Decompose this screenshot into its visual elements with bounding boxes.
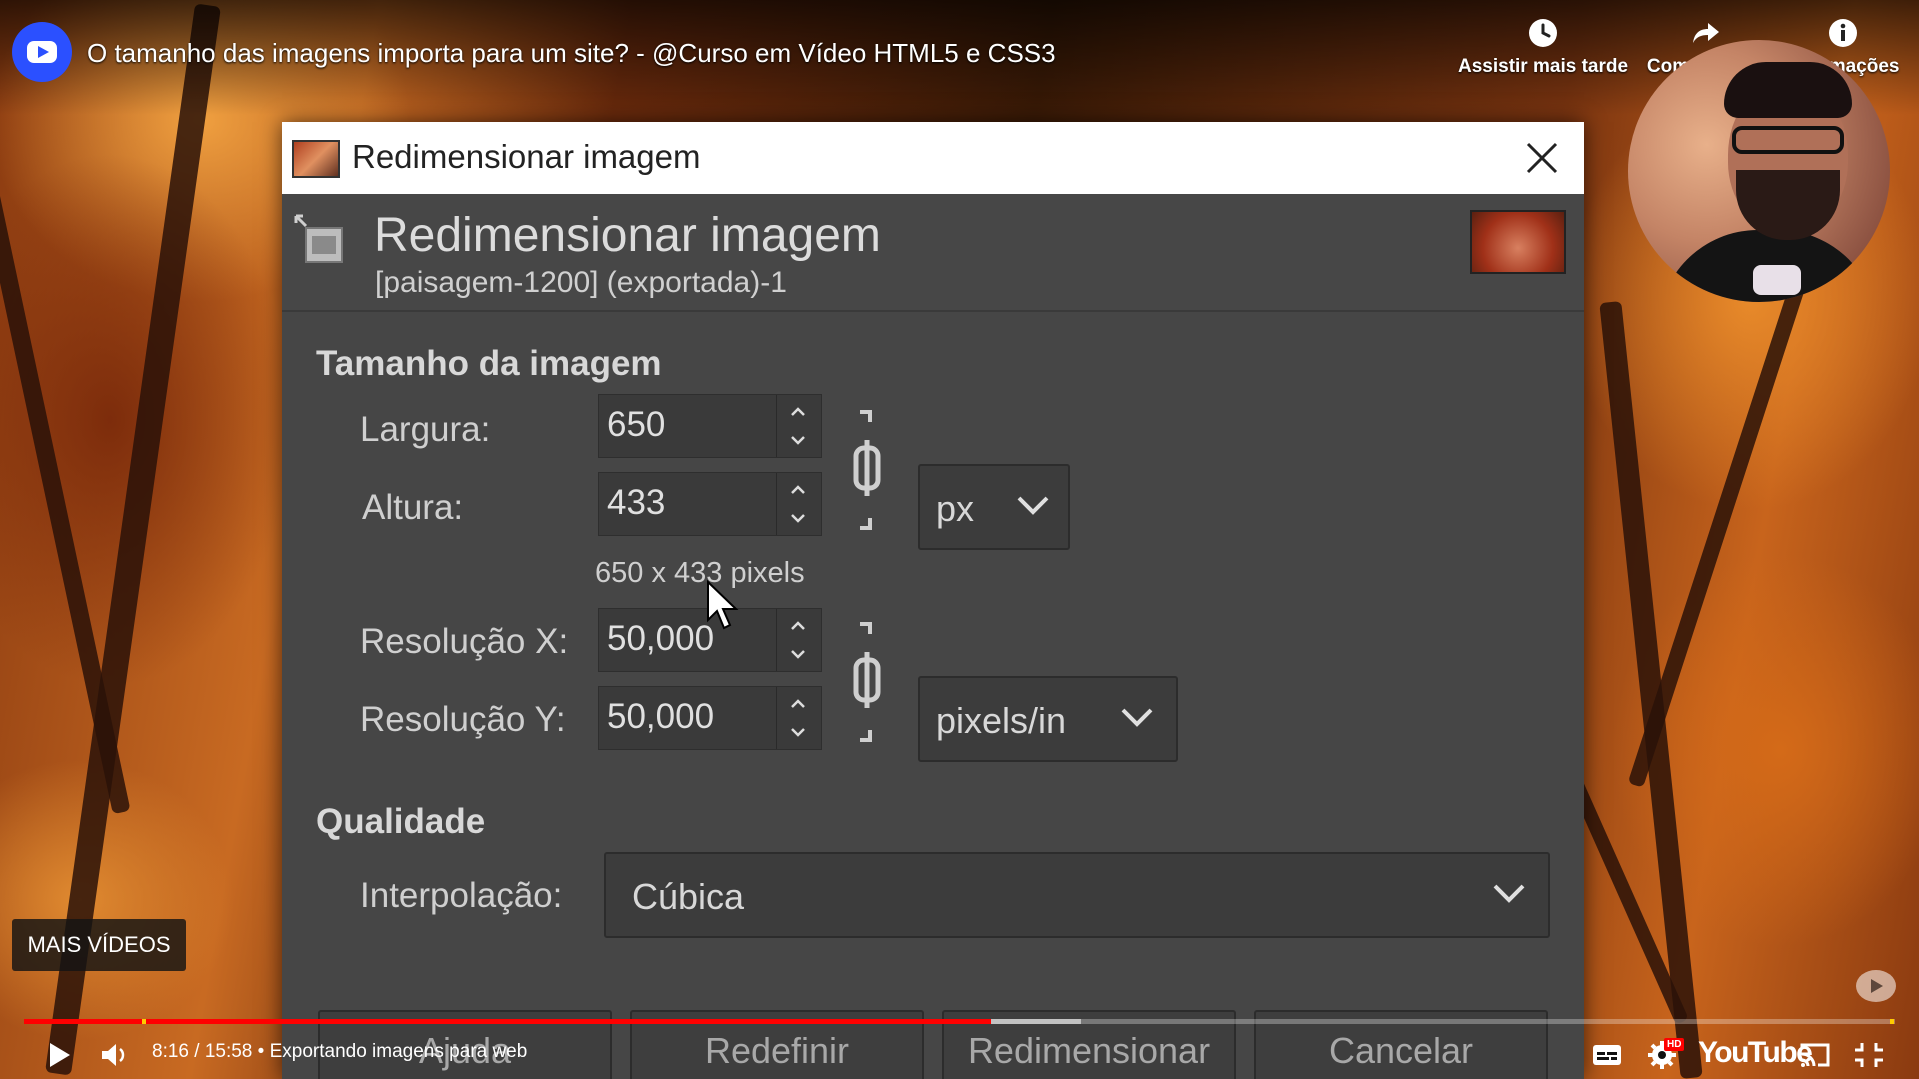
progress-played — [24, 1019, 992, 1024]
chapter-marker — [1890, 1019, 1894, 1024]
pixel-size-info: 650 x 433 pixels — [595, 557, 805, 589]
interpolation-select[interactable]: Cúbica — [604, 852, 1550, 938]
channel-avatar[interactable] — [12, 22, 72, 82]
player-controls: 8:16 / 15:58 • Exportando imagens para w… — [0, 1030, 1919, 1079]
chevron-down-icon — [1121, 708, 1153, 727]
chevron-down-icon[interactable] — [789, 723, 807, 741]
play-icon[interactable] — [42, 1040, 76, 1070]
interpolation-label: Interpolação: — [360, 876, 563, 915]
watch-later-label: Assistir mais tarde — [1458, 56, 1629, 77]
dialog-header: Redimensionar imagem [paisagem-1200] (ex… — [282, 194, 1584, 312]
image-thumbnail — [1470, 210, 1566, 274]
height-input[interactable]: 433 — [598, 472, 822, 536]
settings-button[interactable]: HD — [1646, 1038, 1686, 1072]
channel-watermark-icon[interactable] — [1856, 970, 1896, 1002]
chevron-down-icon[interactable] — [789, 431, 807, 449]
height-label: Altura: — [362, 488, 464, 527]
width-input[interactable]: 650 — [598, 394, 822, 458]
width-stepper[interactable] — [776, 395, 821, 457]
resolution-y-label: Resolução Y: — [360, 700, 566, 739]
chevron-up-icon[interactable] — [789, 695, 807, 713]
progress-bar[interactable] — [24, 1019, 1895, 1024]
resolution-y-stepper[interactable] — [776, 687, 821, 749]
share-arrow-icon — [1693, 23, 1719, 43]
mouse-cursor-icon — [706, 579, 742, 634]
info-icon — [1829, 19, 1857, 47]
more-videos-button[interactable]: MAIS VÍDEOS — [12, 919, 186, 971]
resolution-x-label: Resolução X: — [360, 622, 569, 661]
watch-later-button[interactable]: Assistir mais tarde — [1458, 18, 1628, 78]
shirt-logo-icon — [1753, 265, 1801, 295]
width-value: 650 — [607, 405, 666, 444]
dialog-header-title: Redimensionar imagem — [374, 209, 881, 262]
image-size-section-title: Tamanho da imagem — [316, 344, 662, 383]
youtube-logo[interactable]: YouTube — [1698, 1036, 1813, 1070]
resolution-y-input[interactable]: 50,000 — [598, 686, 822, 750]
chain-link-icon[interactable] — [842, 406, 892, 534]
resolution-x-stepper[interactable] — [776, 609, 821, 671]
resize-image-icon — [294, 214, 343, 263]
dialog-window-title: Redimensionar imagem — [352, 138, 701, 175]
width-label: Largura: — [360, 410, 491, 449]
size-unit-select[interactable]: px — [918, 464, 1070, 550]
chevron-up-icon[interactable] — [789, 403, 807, 421]
dialog-titlebar: Redimensionar imagem — [282, 122, 1584, 194]
chevron-down-icon[interactable] — [789, 509, 807, 527]
resize-image-dialog: Redimensionar imagem Redimensionar image… — [282, 122, 1584, 1079]
subtitles-icon[interactable] — [1590, 1040, 1624, 1070]
quality-section-title: Qualidade — [316, 802, 486, 841]
presenter-webcam — [1628, 40, 1890, 302]
volume-icon[interactable] — [98, 1040, 132, 1070]
chevron-up-icon[interactable] — [789, 617, 807, 635]
resolution-x-value: 50,000 — [607, 619, 715, 658]
height-value: 433 — [607, 483, 666, 522]
chevron-down-icon[interactable] — [789, 645, 807, 663]
time-display: 8:16 / 15:58 • Exportando imagens para w… — [152, 1041, 527, 1063]
interpolation-value: Cúbica — [632, 876, 745, 917]
video-frame[interactable]: O tamanho das imagens importa para um si… — [0, 0, 1919, 1079]
clock-icon — [1529, 19, 1557, 47]
chevron-up-icon[interactable] — [789, 481, 807, 499]
exit-fullscreen-icon[interactable] — [1852, 1040, 1886, 1070]
resolution-y-value: 50,000 — [607, 697, 715, 736]
chapter-marker — [142, 1019, 146, 1024]
current-time: 8:16 / 15:58 — [152, 1041, 253, 1062]
resolution-unit-select[interactable]: pixels/in — [918, 676, 1178, 762]
close-icon — [1518, 134, 1566, 182]
size-unit-value: px — [936, 488, 975, 529]
hd-badge: HD — [1664, 1038, 1685, 1051]
gimp-image-icon — [292, 140, 340, 178]
cast-icon[interactable] — [1798, 1040, 1832, 1070]
height-stepper[interactable] — [776, 473, 821, 535]
dialog-header-subtitle: [paisagem-1200] (exportada)-1 — [375, 266, 787, 299]
video-title[interactable]: O tamanho das imagens importa para um si… — [87, 38, 1056, 69]
chapter-title[interactable]: Exportando imagens para web — [270, 1041, 528, 1062]
chevron-down-icon — [1017, 496, 1049, 515]
play-logo-icon — [27, 41, 57, 63]
time-separator: • — [252, 1041, 270, 1062]
resolution-unit-value: pixels/in — [936, 700, 1067, 741]
chain-link-icon[interactable] — [842, 618, 892, 746]
chevron-down-icon — [1493, 884, 1525, 903]
